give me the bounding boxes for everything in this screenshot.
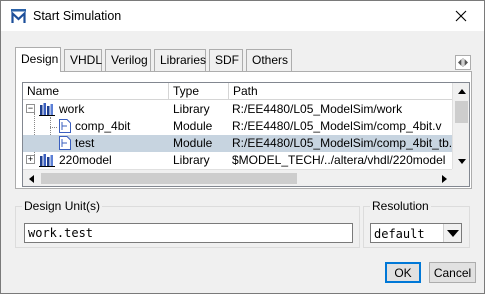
row-name: test bbox=[75, 136, 95, 150]
row-type: Module bbox=[173, 136, 213, 150]
chevron-down-icon bbox=[447, 230, 459, 237]
cancel-button[interactable]: Cancel bbox=[429, 262, 476, 283]
row-type: Library bbox=[173, 102, 210, 116]
close-icon bbox=[455, 10, 467, 22]
tab-scroll-arrows-icon bbox=[458, 58, 468, 67]
design-unit-label: Design Unit(s) bbox=[22, 199, 103, 213]
design-unit-input[interactable]: work.test bbox=[24, 223, 353, 243]
expand-toggle[interactable]: + bbox=[26, 155, 35, 164]
scrollbar-corner bbox=[452, 169, 469, 186]
arrow-up-icon bbox=[457, 89, 466, 94]
collapse-toggle[interactable]: − bbox=[26, 104, 35, 113]
tab-label: VHDL bbox=[70, 53, 103, 67]
row-path: R:/EE4480/L05_ModelSim/comp_4bit_tb.v bbox=[232, 136, 459, 150]
resolution-label: Resolution bbox=[370, 199, 431, 213]
tree-row-test[interactable]: test Module R:/EE4480/L05_ModelSim/comp_… bbox=[23, 135, 458, 152]
row-path: R:/EE4480/L05_ModelSim/comp_4bit.v bbox=[232, 119, 442, 133]
resolution-group: Resolution default bbox=[363, 199, 470, 248]
scroll-down-button[interactable] bbox=[453, 153, 469, 170]
tab-label: Verilog bbox=[111, 53, 148, 67]
row-type: Library bbox=[173, 153, 210, 167]
arrow-down-icon bbox=[457, 159, 466, 164]
tab-libraries[interactable]: Libraries bbox=[154, 49, 206, 71]
tab-label: Libraries bbox=[160, 53, 207, 67]
row-type: Module bbox=[173, 119, 213, 133]
row-path: R:/EE4480/L05_ModelSim/work bbox=[232, 102, 403, 116]
row-path: $MODEL_TECH/../altera/vhdl/220model bbox=[232, 153, 446, 167]
tree-row-work[interactable]: − work Library R:/EE4480/L05_ModelSim/wo… bbox=[23, 101, 453, 118]
scroll-right-button[interactable] bbox=[436, 170, 453, 186]
horizontal-scrollbar[interactable] bbox=[23, 169, 453, 186]
ok-button[interactable]: OK bbox=[385, 262, 421, 283]
library-icon bbox=[39, 154, 55, 167]
library-tree-list[interactable]: Name Type Path − work Library R:/EE4480/… bbox=[22, 82, 470, 187]
tab-verilog[interactable]: Verilog bbox=[105, 49, 151, 71]
tab-label: Design bbox=[21, 52, 59, 66]
tab-scroll-button[interactable] bbox=[455, 55, 471, 70]
module-icon bbox=[59, 119, 71, 133]
modelsim-m-icon bbox=[11, 9, 26, 23]
tree-row-220model[interactable]: + 220model Library $MODEL_TECH/../altera… bbox=[23, 152, 453, 169]
tab-vhdl[interactable]: VHDL bbox=[64, 49, 102, 71]
title-bar: Start Simulation bbox=[1, 1, 484, 31]
resolution-value: default bbox=[374, 227, 425, 241]
tree-row-comp-4bit[interactable]: comp_4bit Module R:/EE4480/L05_ModelSim/… bbox=[23, 118, 453, 135]
design-tab-panel: Name Type Path − work Library R:/EE4480/… bbox=[15, 71, 472, 189]
window-title: Start Simulation bbox=[33, 9, 122, 23]
row-name: 220model bbox=[59, 153, 112, 167]
scroll-left-button[interactable] bbox=[23, 170, 40, 186]
column-header-type[interactable]: Type bbox=[169, 83, 229, 100]
start-simulation-dialog: Start Simulation Design VHDL Verilog Lib… bbox=[0, 0, 485, 294]
tab-sdf[interactable]: SDF bbox=[209, 49, 243, 71]
tab-design[interactable]: Design bbox=[15, 47, 61, 72]
column-header-path[interactable]: Path bbox=[229, 83, 453, 100]
library-icon bbox=[39, 103, 55, 116]
scroll-up-button[interactable] bbox=[453, 83, 469, 100]
arrow-left-icon bbox=[29, 174, 34, 183]
design-unit-group: Design Unit(s) work.test bbox=[15, 199, 360, 248]
row-name: comp_4bit bbox=[75, 119, 131, 133]
resolution-dropdown[interactable]: default bbox=[370, 223, 462, 243]
arrow-right-icon bbox=[442, 174, 447, 183]
vertical-scroll-thumb[interactable] bbox=[455, 101, 468, 123]
horizontal-scroll-thumb[interactable] bbox=[41, 173, 297, 184]
close-button[interactable] bbox=[438, 1, 484, 31]
resolution-dropdown-button[interactable] bbox=[443, 224, 461, 242]
module-icon bbox=[59, 136, 71, 150]
vertical-scrollbar[interactable] bbox=[452, 83, 469, 170]
tab-label: Others bbox=[252, 53, 289, 67]
column-header-name[interactable]: Name bbox=[23, 83, 169, 100]
row-name: work bbox=[59, 102, 85, 116]
tab-others[interactable]: Others bbox=[246, 49, 292, 71]
tab-label: SDF bbox=[215, 53, 239, 67]
list-header: Name Type Path bbox=[23, 83, 453, 100]
